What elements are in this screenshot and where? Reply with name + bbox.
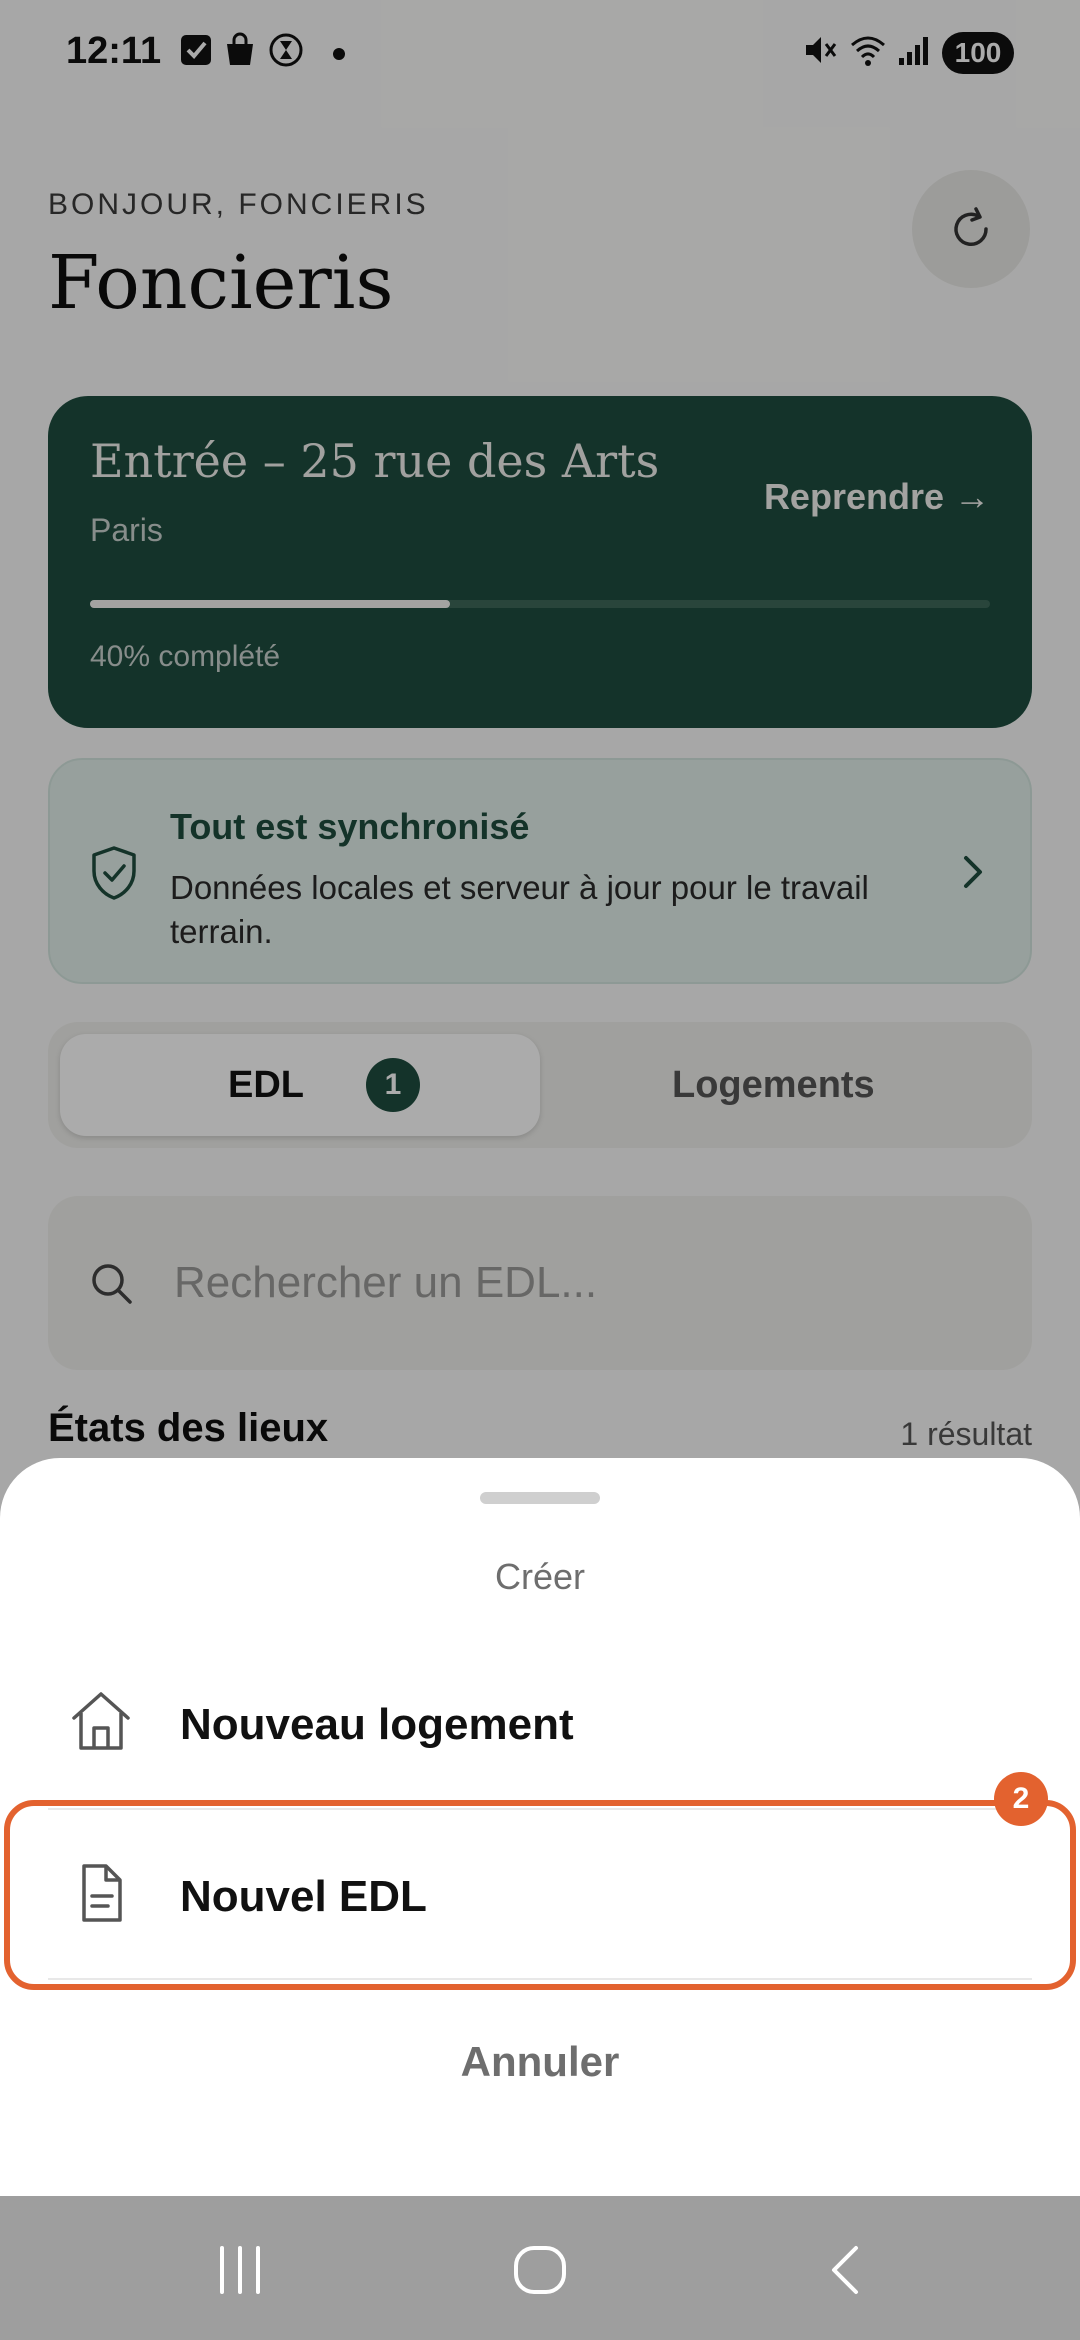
- new-logement-label: Nouveau logement: [180, 1700, 574, 1749]
- navigation-bar: [0, 2196, 1080, 2340]
- highlight-badge: 2: [994, 1772, 1048, 1826]
- cancel-button[interactable]: Annuler: [0, 2038, 1080, 2086]
- recent-apps-icon[interactable]: [212, 2242, 268, 2298]
- back-icon[interactable]: [818, 2242, 874, 2298]
- house-icon: [72, 1692, 130, 1750]
- sheet-drag-handle[interactable]: [480, 1492, 600, 1504]
- home-icon[interactable]: [512, 2242, 568, 2298]
- sheet-title: Créer: [494, 1556, 586, 1597]
- new-logement-option[interactable]: Nouveau logement: [48, 1638, 1032, 1808]
- highlight-frame: [4, 1800, 1076, 1990]
